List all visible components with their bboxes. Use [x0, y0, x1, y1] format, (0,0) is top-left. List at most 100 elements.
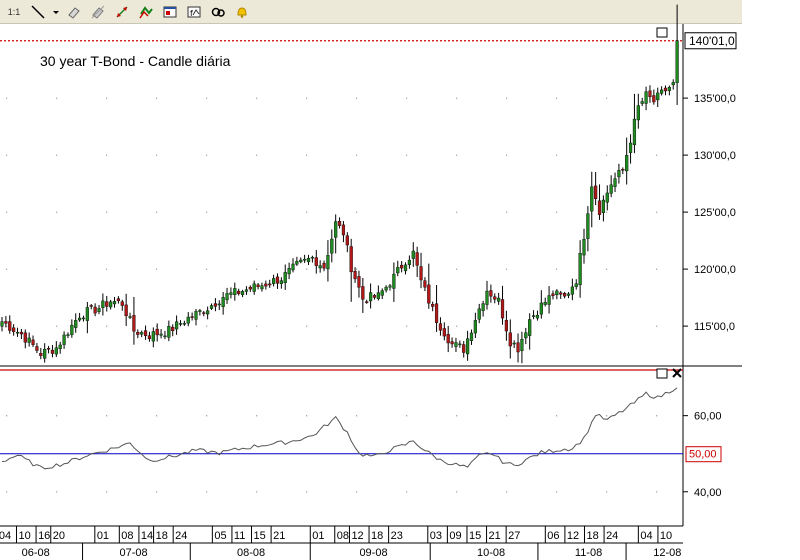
candle-body [400, 264, 404, 269]
candle-body [477, 308, 481, 320]
candle-body [112, 301, 117, 305]
price-panel[interactable]: 30 year T-Bond - Candle diária [0, 4, 683, 366]
candle-body [93, 306, 97, 314]
candle-body [403, 264, 408, 272]
candle-body [54, 347, 58, 355]
candle-body [295, 261, 299, 265]
candle-body [70, 324, 74, 335]
candle-body [50, 349, 55, 354]
x-day-label: 18 [156, 530, 168, 542]
candle-body [4, 321, 8, 324]
x-day-label: 24 [175, 530, 187, 542]
reference-tag: 50,00 [685, 446, 722, 463]
candle-body [539, 302, 543, 315]
candle-body [648, 90, 652, 98]
candle-body [159, 333, 163, 336]
candle-body [535, 314, 540, 319]
candle-body [466, 338, 470, 355]
x-day-label: 10 [18, 530, 30, 542]
candle-body [590, 186, 594, 212]
candle-body [287, 268, 291, 275]
x-day-label: 04 [640, 530, 652, 542]
price-tick-label: 135'00,0 [694, 93, 736, 105]
candle-body [306, 258, 311, 263]
x-day-label: 08 [337, 530, 349, 542]
price-tick-label: 130'00,0 [694, 150, 736, 162]
candle-body [260, 285, 264, 290]
price-tick-label: 115'00,0 [694, 321, 735, 333]
candle-body [0, 321, 4, 327]
candle-body [12, 327, 16, 332]
candle-body [473, 320, 477, 334]
chart-area[interactable]: 30 year T-Bond - Candle diária 115'00,0 1… [0, 0, 742, 560]
candle-body [31, 339, 35, 345]
candle-body [15, 331, 20, 334]
candle-body [384, 286, 388, 291]
last-price-label: 140'01,0 [689, 34, 735, 48]
right-margin [742, 0, 800, 560]
candle-body [454, 342, 458, 347]
x-day-label: 11 [234, 530, 245, 542]
oscillator-tick-label: 60,00 [694, 411, 722, 423]
x-day-label: 12 [351, 530, 363, 542]
candle-body [597, 200, 602, 215]
candle-body [337, 220, 342, 226]
candle-body [151, 331, 155, 342]
x-day-label: 10 [660, 530, 672, 542]
candle-body [621, 169, 625, 171]
candle-body [58, 344, 62, 349]
candle-body [570, 286, 574, 295]
candle-body [563, 293, 567, 297]
candle-body [667, 87, 671, 91]
candle-body [85, 307, 89, 321]
candle-body [547, 295, 551, 305]
candle-body [167, 326, 171, 338]
candle-body [19, 331, 23, 335]
x-month-label: 09-08 [359, 547, 387, 559]
candle-body [244, 289, 249, 292]
x-day-label: 14 [141, 530, 153, 542]
oscillator-panel[interactable] [0, 368, 683, 493]
candle-body [120, 301, 124, 306]
candle-body [586, 213, 590, 239]
candle-body [229, 292, 233, 295]
maximize-oscillator-icon[interactable] [656, 368, 668, 379]
candle-body [644, 91, 648, 104]
candle-body [555, 290, 559, 296]
candle-body [566, 293, 571, 296]
candle-body [225, 293, 229, 301]
candle-body [237, 290, 241, 294]
candle-body [163, 335, 167, 338]
candle-body [415, 252, 419, 266]
candle-body [605, 192, 609, 203]
candle-body [8, 321, 12, 331]
candle-body [458, 343, 462, 346]
x-day-label: 18 [371, 530, 383, 542]
candle-body [613, 178, 617, 187]
candle-body [322, 262, 326, 269]
x-day-label: 20 [53, 530, 65, 542]
candle-body [376, 292, 380, 299]
candle-body [628, 142, 633, 153]
candle-body [62, 334, 66, 345]
maximize-price-panel-icon[interactable] [656, 27, 668, 38]
x-day-label: 09 [449, 530, 461, 542]
candle-body [174, 321, 179, 330]
candle-body [671, 82, 675, 86]
candle-body [124, 304, 128, 317]
x-day-label: 12 [567, 530, 579, 542]
last-price-tag: 140'01,0 [684, 32, 737, 50]
candle-body [349, 246, 353, 273]
candle-body [275, 276, 280, 284]
candle-body [116, 298, 120, 301]
candle-body [559, 292, 563, 295]
candle-body [74, 320, 78, 328]
x-day-label: 08 [121, 530, 133, 542]
x-day-label: 15 [469, 530, 481, 542]
candle-body [132, 315, 136, 332]
x-month-label: 07-08 [120, 547, 148, 559]
candle-body [136, 331, 140, 335]
candle-body [35, 346, 39, 351]
x-day-label: 03 [430, 530, 442, 542]
candle-body [240, 291, 245, 295]
